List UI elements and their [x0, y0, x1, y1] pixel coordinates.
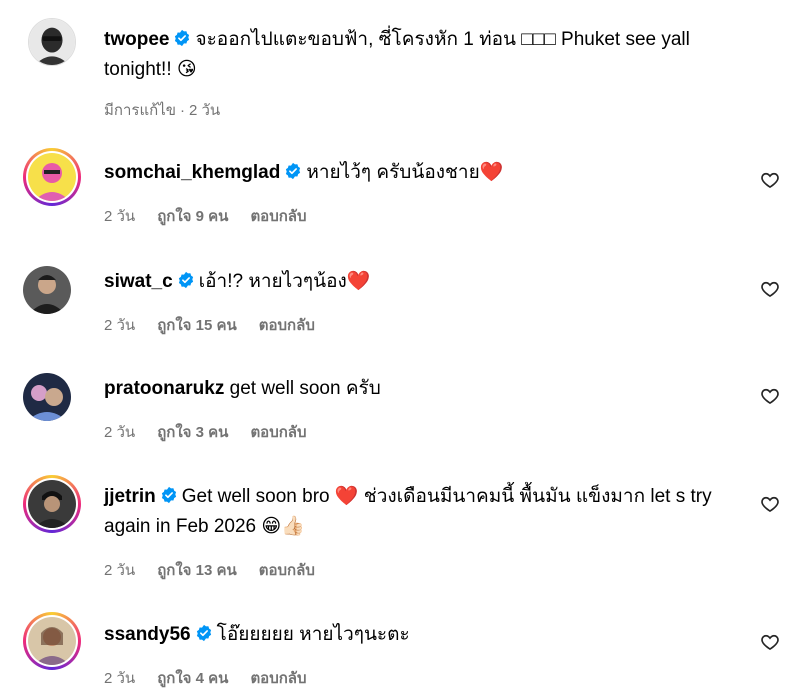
- verified-badge-icon: [284, 162, 302, 180]
- avatar: [28, 480, 76, 528]
- heart-icon[interactable]: [760, 279, 780, 299]
- post-meta: มีการแก้ไข · 2 วัน: [104, 102, 221, 119]
- comment-likes[interactable]: ถูกใจ 9 คน: [157, 208, 228, 225]
- comment-text: เอ้า!? หายไวๆน้อง❤️: [198, 271, 371, 292]
- verified-badge-icon: [177, 271, 195, 289]
- comment-username[interactable]: jjetrin: [104, 486, 156, 507]
- comment-text-row: jjetrin Get well soon bro ❤️ ช่วงเดือนมีน…: [104, 482, 744, 542]
- comment-text: Get well soon bro ❤️ ช่วงเดือนมีนาคมนี้ …: [104, 486, 712, 537]
- avatar-image: [28, 153, 76, 201]
- story-ring[interactable]: [23, 148, 81, 206]
- comment-username[interactable]: siwat_c: [104, 271, 173, 292]
- comment-time: 2 วัน: [104, 317, 136, 334]
- comment-meta: 2 วัน ถูกใจ 3 คน ตอบกลับ: [104, 420, 329, 444]
- comment-text: get well soon ครับ: [229, 378, 381, 399]
- post-text: จะออกไปแตะขอบฟ้า, ซี่โครงหัก 1 ท่อน □□□ …: [104, 29, 690, 80]
- heart-icon[interactable]: [760, 494, 780, 514]
- post-caption-text: twopee จะออกไปแตะขอบฟ้า, ซี่โครงหัก 1 ท่อ…: [104, 25, 744, 85]
- comment-likes[interactable]: ถูกใจ 13 คน: [157, 562, 237, 579]
- comment-username[interactable]: somchai_khemglad: [104, 162, 280, 183]
- comment-text-row: pratoonarukz get well soon ครับ: [104, 374, 744, 404]
- comment-time: 2 วัน: [104, 670, 136, 687]
- comment-time: 2 วัน: [104, 562, 136, 579]
- comment-text-row: ssandy56 โอ๊ยยยยย หายไวๆนะตะ: [104, 620, 744, 650]
- verified-badge-icon: [195, 624, 213, 642]
- comment-meta: 2 วัน ถูกใจ 4 คน ตอบกลับ: [104, 666, 329, 690]
- comment-likes[interactable]: ถูกใจ 3 คน: [157, 424, 228, 441]
- reply-button[interactable]: ตอบกลับ: [250, 208, 306, 225]
- avatar-image: [28, 480, 76, 528]
- comment-text: หายไว้ๆ ครับน้องชาย❤️: [306, 162, 504, 183]
- comment-likes[interactable]: ถูกใจ 15 คน: [157, 317, 237, 334]
- avatar[interactable]: [23, 266, 71, 314]
- comment-meta: 2 วัน ถูกใจ 13 คน ตอบกลับ: [104, 558, 337, 582]
- avatar-image: [23, 373, 71, 421]
- heart-icon[interactable]: [760, 386, 780, 406]
- reply-button[interactable]: ตอบกลับ: [259, 562, 315, 579]
- story-ring[interactable]: [23, 612, 81, 670]
- comment-meta: 2 วัน ถูกใจ 9 คน ตอบกลับ: [104, 204, 329, 228]
- avatar-image: [23, 266, 71, 314]
- comment-time: 2 วัน: [104, 424, 136, 441]
- avatar: [28, 617, 76, 665]
- comment-text-row: siwat_c เอ้า!? หายไวๆน้อง❤️: [104, 267, 744, 297]
- comment-text: โอ๊ยยยยย หายไวๆนะตะ: [216, 624, 410, 645]
- post-time: 2 วัน: [189, 102, 221, 119]
- comment-time: 2 วัน: [104, 208, 136, 225]
- verified-badge-icon: [173, 29, 191, 47]
- comment-text-row: somchai_khemglad หายไว้ๆ ครับน้องชาย❤️: [104, 158, 744, 188]
- comment-meta: 2 วัน ถูกใจ 15 คน ตอบกลับ: [104, 313, 337, 337]
- avatar-image: [29, 19, 75, 65]
- avatar-image: [28, 617, 76, 665]
- story-ring[interactable]: [23, 475, 81, 533]
- comment-username[interactable]: pratoonarukz: [104, 378, 224, 399]
- avatar: [28, 153, 76, 201]
- heart-icon[interactable]: [760, 632, 780, 652]
- reply-button[interactable]: ตอบกลับ: [259, 317, 315, 334]
- heart-icon[interactable]: [760, 170, 780, 190]
- post-username[interactable]: twopee: [104, 29, 169, 50]
- comment-likes[interactable]: ถูกใจ 4 คน: [157, 670, 228, 687]
- reply-button[interactable]: ตอบกลับ: [250, 424, 306, 441]
- post-edited: มีการแก้ไข: [104, 102, 176, 119]
- verified-badge-icon: [160, 486, 178, 504]
- avatar[interactable]: [23, 373, 71, 421]
- avatar[interactable]: [28, 18, 76, 66]
- comment-username[interactable]: ssandy56: [104, 624, 191, 645]
- reply-button[interactable]: ตอบกลับ: [250, 670, 306, 687]
